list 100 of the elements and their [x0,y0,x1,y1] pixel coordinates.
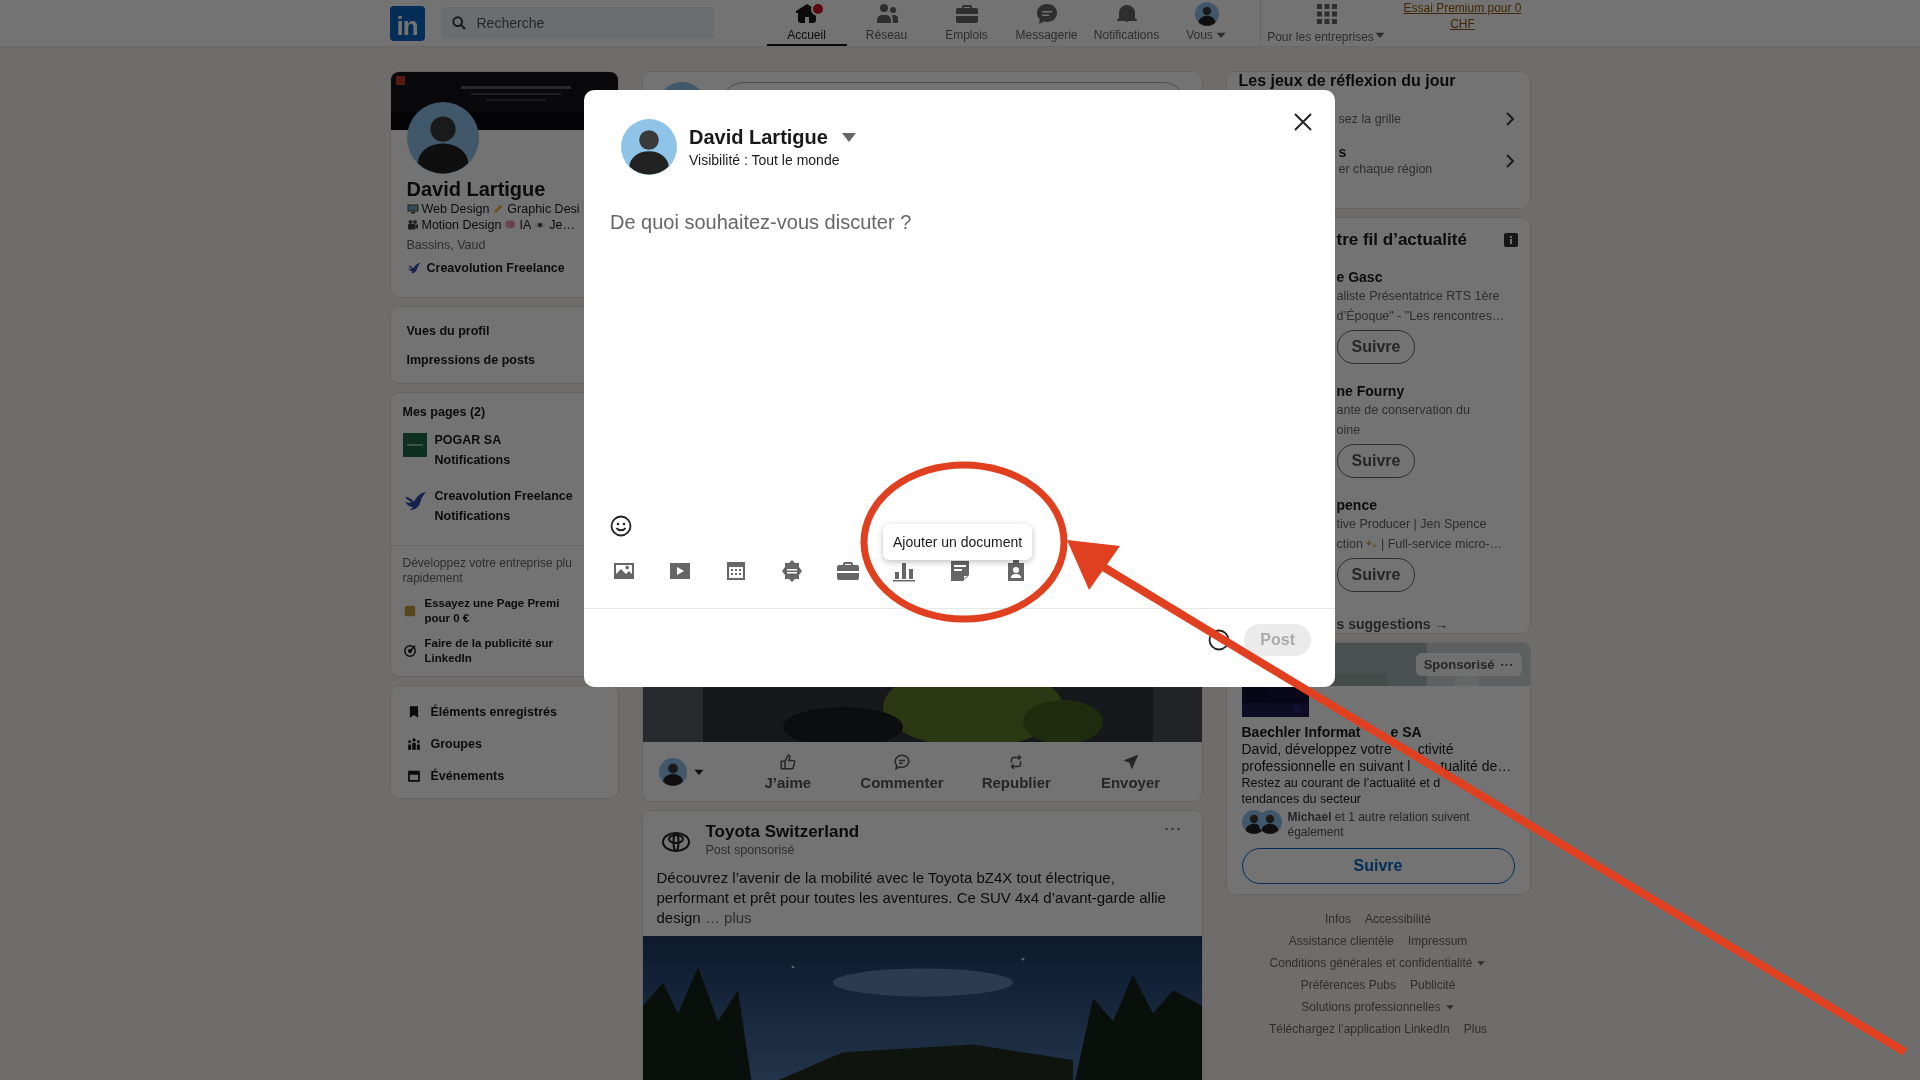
calendar-icon [406,769,421,783]
bird-icon [402,489,427,513]
nav-tab[interactable]: Notifications [1086,0,1167,46]
footer-link[interactable]: Préférences Pubs [1300,978,1396,992]
avatar [1257,810,1282,834]
groups-icon [406,737,421,751]
shortcut-link[interactable]: Groupes [430,737,482,751]
film-camera-icon [406,219,419,231]
page-name[interactable]: Creavolution Freelance [434,489,573,503]
people-icon [874,2,899,26]
toolbar-button[interactable] [948,559,972,583]
action-button[interactable]: Commenter [847,751,957,792]
toolbar-button[interactable] [780,559,804,583]
nav-tab[interactable]: Messagerie [1006,0,1087,46]
see-more-link[interactable]: … plus [704,909,752,926]
person-name[interactable]: pence [1336,496,1518,514]
post-text-field[interactable]: De quoi souhaitez-vous discuter ? [610,211,1309,501]
headline-text: Graphic Desi [507,201,580,217]
ad-headline: professionnelle en suivant l [1241,758,1411,775]
target-icon [402,644,417,658]
emoji-icon[interactable] [610,515,632,537]
ad-description: Restez au courant de l’actualité et d [1241,775,1442,791]
monitor-icon [406,203,419,215]
person-headline: tive Producer | Jen Spence [1336,516,1487,533]
footer-link[interactable]: Solutions professionnelles [1301,1000,1455,1014]
game-subtitle: er chaque région [1338,161,1433,178]
action-button[interactable]: J’aime [732,751,843,792]
company-link[interactable]: Creavolution Freelance [426,261,565,275]
document-icon [948,559,972,583]
apps-grid-icon [1314,2,1339,26]
comment-icon [893,752,911,771]
eye-icon [534,219,547,231]
action-button[interactable]: Republier [961,751,1072,792]
footer-link[interactable]: Infos [1324,912,1351,926]
bird-icon [406,261,421,275]
ad-headline: ctivité [1417,741,1454,758]
headline-text: Motion Design [421,217,502,233]
offer-link[interactable]: Essayez une Page Premi pour 0 € [424,596,560,626]
follow-button[interactable]: Suivre [1336,558,1416,592]
briefcase-icon [954,2,979,26]
follow-button[interactable]: Suivre [1241,848,1515,884]
briefcase-icon [836,559,860,583]
headline-text: IA [519,217,532,233]
post-text: Découvrez l’avenir de la mobilité avec le Toyota bZ4X tout électrique, performant et prêt pour toutes les aventures. Ce SUV 4x4 d’avant-garde allie design … plus [655,868,1167,928]
premium-link[interactable]: Essai Premium pour 0 CHF [1402,0,1523,46]
person-headline: ante de conservation du [1336,402,1470,419]
business-menu[interactable]: Pour les entreprises [1259,0,1393,46]
headline-text: Je… [549,217,575,233]
person-name[interactable]: ne Fourny [1336,382,1518,400]
footer-link[interactable]: Plus [1463,1022,1488,1036]
nav-tab[interactable]: Réseau [846,0,927,46]
nav-tab[interactable]: Emplois [926,0,1007,46]
company-name[interactable]: Baechler Informat [1241,723,1361,741]
avatar [658,757,687,786]
info-icon[interactable] [1503,233,1518,247]
page-notifications[interactable]: Notifications [434,509,573,523]
nav-tab[interactable]: Accueil [766,0,847,46]
clock-icon[interactable] [1208,629,1231,651]
caret-icon [841,132,856,143]
search-field[interactable]: Recherche [440,7,714,39]
ad-headline: David, développez votre [1241,741,1392,758]
visibility-label: Visibilité : Tout le monde [689,152,841,168]
footer-link[interactable]: Assistance clientèle [1288,934,1394,948]
shortcut-link[interactable]: Événements [430,769,505,783]
search-input[interactable]: Recherche [474,14,699,32]
search-icon [450,15,467,31]
footer-link[interactable]: Publicité [1410,978,1456,992]
author-name[interactable]: Toyota Switzerland [705,822,860,842]
page-name[interactable]: POGAR SA [434,433,511,447]
footer-link[interactable]: Conditions générales et confidentialité [1269,956,1487,970]
footer-link[interactable]: Accessibilité [1365,912,1431,926]
footer-link[interactable]: Téléchargez l’application LinkedIn [1268,1022,1450,1036]
toolbar-button[interactable] [836,559,860,583]
more-suggestions-link[interactable]: s suggestions → [1336,616,1518,632]
post-subtitle: Post sponsorisé [705,842,796,858]
follow-button[interactable]: Suivre [1336,330,1416,364]
logo[interactable]: in [389,5,425,41]
company-name[interactable]: e SA [1390,723,1422,741]
send-icon [1121,752,1140,771]
footer-link[interactable]: Impressum [1408,934,1468,948]
person-headline: oine [1336,422,1361,439]
author-selector[interactable]: David Lartigue [689,126,856,149]
page-notifications[interactable]: Notifications [434,453,511,467]
offer-link[interactable]: Faire de la publicité sur LinkedIn [424,636,553,666]
calendar-icon [724,559,748,583]
social-proof-text: Michael et 1 autre relation suivent également [1287,810,1471,840]
game-title[interactable]: s [1338,144,1433,160]
ad-description: tendances du secteur [1241,791,1363,807]
shortcut-link[interactable]: Éléments enregistrés [430,705,557,719]
game-subtitle: sez la grille [1338,111,1402,128]
more-button[interactable]: ··· [1157,817,1188,840]
toolbar-button[interactable] [724,559,748,583]
profile-avatar [621,119,677,175]
card-title: tre fil d’actualité [1336,230,1467,250]
follow-button[interactable]: Suivre [1336,444,1416,478]
person-name[interactable]: e Gasc [1336,268,1518,286]
action-button[interactable]: Envoyer [1075,751,1186,792]
headline-text: Web Design [421,201,490,217]
close-icon [1293,112,1313,132]
premium-icon [402,604,417,618]
